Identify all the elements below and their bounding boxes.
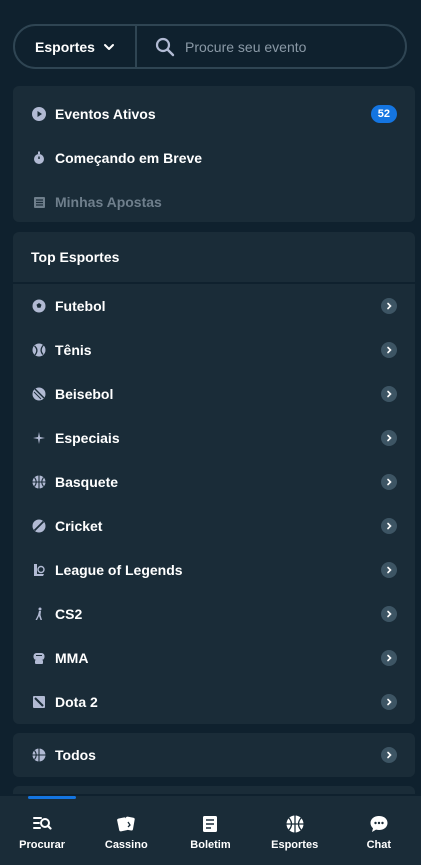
soccer-ball-icon bbox=[31, 298, 47, 314]
baseball-icon bbox=[31, 386, 47, 402]
search-area bbox=[137, 37, 405, 57]
sport-item-cricket[interactable]: Cricket bbox=[13, 504, 415, 548]
mma-glove-icon bbox=[31, 650, 47, 666]
browse-search-icon bbox=[33, 817, 52, 830]
sport-label: Basquete bbox=[55, 474, 119, 490]
dota2-icon bbox=[31, 694, 47, 710]
quick-link-my-bets[interactable]: Minhas Apostas bbox=[13, 180, 415, 224]
chevron-right-icon bbox=[381, 606, 397, 622]
basketball-icon bbox=[286, 815, 304, 833]
sport-label: CS2 bbox=[55, 606, 83, 622]
sport-label: Cricket bbox=[55, 518, 103, 534]
top-sports-heading: Top Esportes bbox=[13, 232, 415, 284]
basketball-icon bbox=[31, 474, 47, 490]
nav-item-procurar[interactable]: Procurar bbox=[2, 814, 82, 851]
all-sports-icon bbox=[31, 747, 47, 763]
sport-label: Especiais bbox=[55, 430, 120, 446]
sport-item-dota-2[interactable]: Dota 2 bbox=[13, 680, 415, 724]
nav-item-label: Boletim bbox=[190, 839, 231, 851]
sport-item-mma[interactable]: MMA bbox=[13, 636, 415, 680]
cricket-ball-icon bbox=[31, 518, 47, 534]
sport-item-beisebol[interactable]: Beisebol bbox=[13, 372, 415, 416]
quick-links-card: Eventos Ativos 52 Começando em Breve Min… bbox=[13, 86, 415, 222]
search-input[interactable] bbox=[185, 38, 405, 55]
chat-bubble-icon bbox=[370, 816, 388, 832]
sport-select-label: Esportes bbox=[35, 38, 95, 55]
bottom-nav: Procurar Cassino Boletim Esportes Chat bbox=[0, 796, 421, 865]
chevron-right-icon bbox=[381, 342, 397, 358]
sport-item-tenis[interactable]: Tênis bbox=[13, 328, 415, 372]
active-tab-indicator bbox=[28, 796, 76, 799]
sport-label: Todos bbox=[55, 747, 96, 763]
top-sports-card: Top Esportes Futebol Tênis Beisebol Espe… bbox=[13, 232, 415, 724]
sport-item-especiais[interactable]: Especiais bbox=[13, 416, 415, 460]
cs2-icon bbox=[31, 606, 47, 622]
quick-link-label: Começando em Breve bbox=[55, 150, 203, 166]
tennis-ball-icon bbox=[31, 342, 47, 358]
nav-item-cassino[interactable]: Cassino bbox=[86, 814, 166, 851]
quick-link-label: Minhas Apostas bbox=[55, 194, 162, 210]
nav-item-esportes[interactable]: Esportes bbox=[255, 814, 335, 851]
chevron-right-icon bbox=[381, 650, 397, 666]
sport-label: Futebol bbox=[55, 298, 106, 314]
chevron-right-icon bbox=[381, 694, 397, 710]
sparkle-icon bbox=[31, 430, 47, 446]
sport-label: Dota 2 bbox=[55, 694, 98, 710]
chevron-right-icon bbox=[381, 298, 397, 314]
sport-item-futebol[interactable]: Futebol bbox=[13, 284, 415, 328]
quick-link-label: Eventos Ativos bbox=[55, 106, 156, 122]
sport-label: League of Legends bbox=[55, 562, 183, 578]
sport-label: Beisebol bbox=[55, 386, 114, 402]
nav-item-label: Esportes bbox=[271, 839, 319, 851]
quick-link-live-events[interactable]: Eventos Ativos 52 bbox=[13, 92, 415, 136]
chevron-right-icon bbox=[381, 747, 397, 763]
chevron-right-icon bbox=[381, 562, 397, 578]
search-icon bbox=[155, 37, 175, 56]
nav-item-label: Cassino bbox=[104, 839, 148, 851]
next-card-edge bbox=[13, 786, 415, 794]
sport-select-dropdown[interactable]: Esportes bbox=[15, 26, 137, 67]
chevron-right-icon bbox=[381, 386, 397, 402]
nav-item-label: Chat bbox=[366, 839, 392, 851]
sport-item-basquete[interactable]: Basquete bbox=[13, 460, 415, 504]
sport-item-league-of-legends[interactable]: League of Legends bbox=[13, 548, 415, 592]
stopwatch-icon bbox=[31, 150, 47, 166]
sport-label: MMA bbox=[55, 650, 89, 666]
top-sports-list: Futebol Tênis Beisebol Especiais Basquet… bbox=[13, 284, 415, 724]
play-circle-icon bbox=[31, 106, 47, 122]
nav-item-label: Procurar bbox=[19, 839, 66, 851]
betslip-icon bbox=[31, 194, 47, 210]
chevron-right-icon bbox=[381, 430, 397, 446]
league-of-legends-icon bbox=[31, 562, 47, 578]
sport-item-todos[interactable]: Todos bbox=[13, 733, 415, 777]
sport-label: Tênis bbox=[55, 342, 92, 358]
search-bar: Esportes bbox=[13, 24, 407, 69]
quick-link-starting-soon[interactable]: Começando em Breve bbox=[13, 136, 415, 180]
nav-item-chat[interactable]: Chat bbox=[339, 814, 419, 851]
live-count-badge: 52 bbox=[370, 105, 397, 123]
nav-item-boletim[interactable]: Boletim bbox=[170, 814, 250, 851]
cards-icon bbox=[117, 816, 136, 832]
chevron-down-icon bbox=[103, 43, 114, 50]
all-sports-card: Todos bbox=[13, 733, 415, 777]
chevron-right-icon bbox=[381, 474, 397, 490]
sport-item-cs2[interactable]: CS2 bbox=[13, 592, 415, 636]
chevron-right-icon bbox=[381, 518, 397, 534]
betslip-icon bbox=[203, 816, 218, 832]
